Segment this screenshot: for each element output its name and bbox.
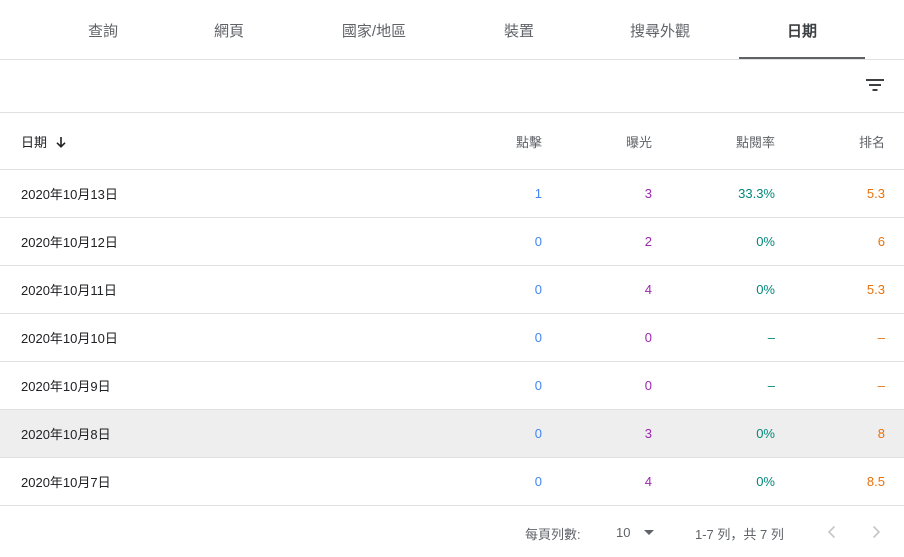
cell-position: –: [877, 330, 885, 345]
cell-impressions: 3: [644, 426, 652, 441]
cell-position: 5.3: [866, 186, 885, 201]
table-header: 日期 點擊 曝光 點閱率 排名: [0, 113, 904, 170]
rows-per-page-label: 每頁列數:: [525, 527, 581, 542]
cell-ctr: 33.3%: [738, 186, 775, 201]
cell-impressions: 3: [644, 186, 652, 201]
rows-per-page-select[interactable]: 10: [616, 520, 655, 544]
column-header-impressions[interactable]: 曝光: [550, 113, 652, 170]
cell-clicks: 0: [534, 282, 542, 297]
table-toolbar: [0, 60, 904, 113]
tab-pages[interactable]: 網頁: [186, 0, 272, 60]
table-row[interactable]: 2020年10月11日 0 4 0% 5.3: [0, 266, 904, 314]
chevron-right-icon: [872, 525, 881, 539]
cell-clicks: 0: [534, 234, 542, 249]
cell-impressions: 2: [644, 234, 652, 249]
tab-countries[interactable]: 國家/地區: [323, 0, 425, 60]
previous-page-button[interactable]: [820, 520, 844, 544]
cell-position: 8.5: [866, 474, 885, 489]
rows-per-page-value: 10: [616, 524, 631, 540]
column-header-ctr[interactable]: 點閱率: [660, 113, 775, 170]
cell-clicks: 0: [534, 474, 542, 489]
cell-date: 2020年10月9日: [21, 379, 111, 394]
cell-date: 2020年10月12日: [21, 235, 118, 250]
cell-position: –: [877, 378, 885, 393]
column-header-date-label: 日期: [21, 135, 48, 150]
tab-search-appearance[interactable]: 搜尋外觀: [610, 0, 710, 60]
cell-impressions: 0: [644, 330, 652, 345]
tab-devices[interactable]: 裝置: [476, 0, 562, 60]
dropdown-arrow-icon: [644, 529, 655, 535]
page-range-label: 1-7 列，共 7 列: [695, 527, 784, 542]
table-row[interactable]: 2020年10月8日 0 3 0% 8: [0, 410, 904, 458]
table-row[interactable]: 2020年10月13日 1 3 33.3% 5.3: [0, 170, 904, 218]
cell-date: 2020年10月7日: [21, 475, 111, 490]
table-row[interactable]: 2020年10月12日 0 2 0% 6: [0, 218, 904, 266]
table-row[interactable]: 2020年10月7日 0 4 0% 8.5: [0, 458, 904, 506]
report-tabs: 查詢 網頁 國家/地區 裝置 搜尋外觀 日期: [0, 0, 904, 60]
cell-clicks: 0: [534, 378, 542, 393]
tab-dates[interactable]: 日期: [739, 0, 865, 60]
tab-queries[interactable]: 查詢: [60, 0, 146, 60]
cell-impressions: 4: [644, 474, 652, 489]
cell-ctr: 0%: [756, 474, 775, 489]
cell-clicks: 1: [534, 186, 542, 201]
cell-date: 2020年10月8日: [21, 427, 111, 442]
cell-clicks: 0: [534, 426, 542, 441]
cell-ctr: –: [767, 330, 775, 345]
cell-impressions: 0: [644, 378, 652, 393]
table-row[interactable]: 2020年10月9日 0 0 – –: [0, 362, 904, 410]
cell-date: 2020年10月10日: [21, 331, 118, 346]
pagination: 每頁列數: 10 1-7 列，共 7 列: [0, 506, 904, 557]
cell-position: 5.3: [866, 282, 885, 297]
active-tab-indicator: [739, 57, 865, 59]
table-row[interactable]: 2020年10月10日 0 0 – –: [0, 314, 904, 362]
chevron-left-icon: [827, 525, 836, 539]
arrow-downward-icon: [55, 136, 67, 148]
filter-list-icon: [866, 79, 884, 91]
column-header-date[interactable]: 日期: [21, 113, 67, 170]
cell-position: 6: [877, 234, 885, 249]
filter-button[interactable]: [860, 70, 890, 100]
cell-date: 2020年10月11日: [21, 283, 117, 298]
cell-clicks: 0: [534, 330, 542, 345]
cell-date: 2020年10月13日: [21, 187, 118, 202]
cell-position: 8: [877, 426, 885, 441]
cell-impressions: 4: [644, 282, 652, 297]
column-header-position[interactable]: 排名: [784, 113, 885, 170]
cell-ctr: 0%: [756, 426, 775, 441]
column-header-clicks[interactable]: 點擊: [440, 113, 542, 170]
cell-ctr: –: [767, 378, 775, 393]
next-page-button[interactable]: [864, 520, 888, 544]
cell-ctr: 0%: [756, 282, 775, 297]
cell-ctr: 0%: [756, 234, 775, 249]
